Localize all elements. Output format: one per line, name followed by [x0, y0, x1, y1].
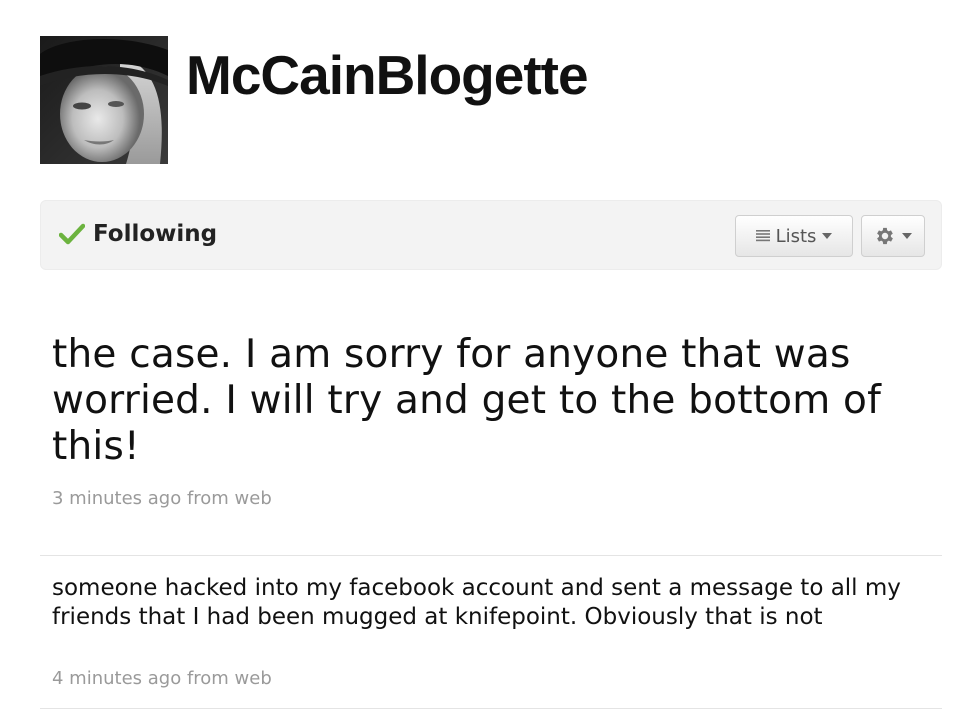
lists-button[interactable]: Lists — [735, 215, 853, 257]
divider — [40, 555, 942, 556]
tweet-timestamp[interactable]: 4 minutes ago from web — [52, 668, 272, 689]
settings-button[interactable] — [861, 215, 925, 257]
profile-username[interactable]: McCainBlogette — [186, 40, 589, 110]
tweet-timestamp[interactable]: 3 minutes ago from web — [52, 488, 272, 509]
profile-page: McCainBlogette Following Lists the case.… — [0, 0, 980, 712]
following-status[interactable]: Following — [59, 221, 217, 247]
chevron-down-icon — [822, 233, 833, 239]
chevron-down-icon — [902, 233, 912, 239]
check-icon — [59, 223, 85, 245]
list-icon — [755, 230, 770, 242]
gear-icon — [877, 227, 893, 245]
avatar[interactable] — [40, 36, 168, 164]
tweet-text: someone hacked into my facebook account … — [52, 575, 901, 630]
divider — [40, 708, 942, 709]
avatar-image — [40, 36, 168, 164]
following-label: Following — [93, 221, 218, 247]
lists-label: Lists — [775, 225, 817, 247]
tweet-text: the case. I am sorry for anyone that was… — [52, 332, 882, 469]
follow-bar: Following Lists — [40, 200, 942, 270]
